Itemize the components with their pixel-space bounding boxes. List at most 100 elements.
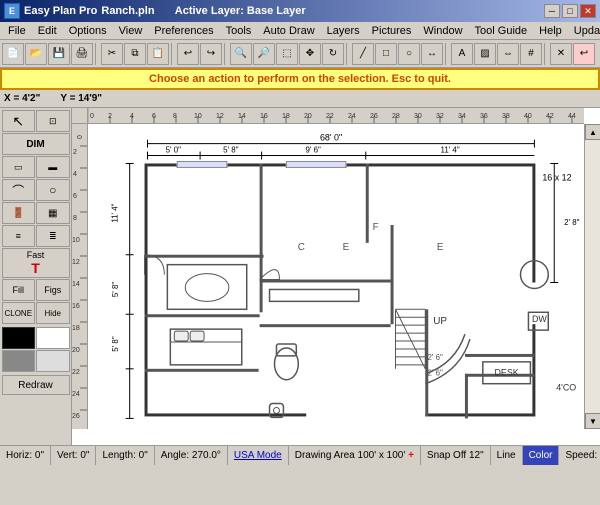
svg-text:10: 10 [194,113,202,120]
rect-button[interactable]: □ [375,43,397,65]
menu-layers[interactable]: Layers [321,24,366,38]
fill-tool-button[interactable]: Fill [2,279,36,301]
svg-text:5' 8": 5' 8" [223,146,239,155]
window-button[interactable]: ▦ [36,202,70,224]
ruler-horizontal: 0 2 4 6 8 10 12 14 16 [88,108,584,124]
save-button[interactable]: 💾 [48,43,70,65]
svg-text:16: 16 [72,303,80,310]
circle-button[interactable]: ○ [398,43,420,65]
clone-button[interactable]: CLONE [2,302,36,324]
fill-button[interactable]: ▨ [474,43,496,65]
line-button[interactable]: ╱ [352,43,374,65]
snap-status: Snap Off 12" [421,446,491,465]
menu-window[interactable]: Window [417,24,468,38]
redraw-button[interactable]: Redraw [2,375,70,395]
ruler-vertical: 0 2 4 6 8 10 12 14 16 [72,124,88,429]
action-message: Choose an action to perform on the selec… [149,73,451,85]
menu-view[interactable]: View [113,24,149,38]
wall2-button[interactable]: ▬ [36,156,70,178]
paste-button[interactable]: 📋 [147,43,169,65]
grid-button[interactable]: # [520,43,542,65]
menu-options[interactable]: Options [63,24,113,38]
drawing-area-status: Drawing Area 100' x 100' + [289,446,421,465]
svg-text:2: 2 [108,113,112,120]
door-button[interactable]: 🚪 [2,202,36,224]
drawing-canvas[interactable]: 68' 0" 5' 0" 5' 8" 9' 6" 11' 4" 16 x 12 [88,124,584,445]
stair2-button[interactable]: ≣ [36,225,70,247]
zoom-out-button[interactable]: 🔎 [253,43,275,65]
toolbar-sep-1 [95,43,99,65]
undo2-button[interactable]: ↩ [573,43,595,65]
menu-autodraw[interactable]: Auto Draw [257,24,320,38]
select-button[interactable]: ⬚ [276,43,298,65]
floorplan-svg: 68' 0" 5' 0" 5' 8" 9' 6" 11' 4" 16 x 12 [88,124,584,445]
svg-text:18: 18 [72,325,80,332]
print-button[interactable]: 🖨 [71,43,93,65]
menu-help[interactable]: Help [533,24,568,38]
menu-tools[interactable]: Tools [220,24,258,38]
rotate-button[interactable]: ↻ [322,43,344,65]
select-arrow-button[interactable]: ↖ [2,110,36,132]
undo-button[interactable]: ↩ [177,43,199,65]
svg-text:6: 6 [152,113,156,120]
copy-button[interactable]: ⧉ [124,43,146,65]
wall-button[interactable]: ▭ [2,156,36,178]
hide-button[interactable]: Hide [36,302,70,324]
new-button[interactable]: 📄 [2,43,24,65]
usa-mode-button[interactable]: USA Mode [228,446,289,465]
toolbar-sep-5 [445,43,449,65]
svg-text:30: 30 [414,113,422,120]
horiz-status: Horiz: 0" [0,446,51,465]
circle-tool-button[interactable]: ○ [36,179,70,201]
redo-button[interactable]: ↪ [200,43,222,65]
toolbar-sep-3 [224,43,228,65]
open-button[interactable]: 📂 [25,43,47,65]
svg-text:40: 40 [524,113,532,120]
menu-pictures[interactable]: Pictures [366,24,418,38]
mirror-button[interactable]: ⇔ [497,43,519,65]
figs-button[interactable]: Figs [36,279,70,301]
angle-label: Angle: 270.0° [161,450,221,461]
app-icon: E [4,3,20,19]
color-swatch-2[interactable] [36,327,70,349]
minimize-button[interactable]: ─ [544,4,560,18]
svg-text:8: 8 [173,113,177,120]
svg-text:22: 22 [326,113,334,120]
arc-button[interactable]: ⌒ [2,179,36,201]
scroll-track-v[interactable] [585,140,600,413]
select-area-button[interactable]: ⊡ [36,110,70,132]
snap-label: Snap Off [427,450,466,461]
text-fast-button[interactable]: Fast T [2,248,70,278]
text-button[interactable]: A [451,43,473,65]
menu-updates[interactable]: Updates [568,24,600,38]
stair-button[interactable]: ≡ [2,225,36,247]
text-T-label: T [31,260,40,276]
move-button[interactable]: ✥ [299,43,321,65]
cut-button[interactable]: ✂ [101,43,123,65]
menu-toolguide[interactable]: Tool Guide [469,24,534,38]
color-swatch-3[interactable] [2,350,36,372]
color-button[interactable]: Color [523,446,560,465]
maximize-button[interactable]: □ [562,4,578,18]
svg-text:14: 14 [72,281,80,288]
menu-bar: File Edit Options View Preferences Tools… [0,22,600,40]
color-swatch-1[interactable] [2,327,36,349]
close-button[interactable]: ✕ [580,4,596,18]
menu-preferences[interactable]: Preferences [148,24,219,38]
menu-edit[interactable]: Edit [32,24,63,38]
svg-text:34: 34 [458,113,466,120]
drawing-plus-icon: + [408,450,414,461]
dimension-button[interactable]: ↔ [421,43,443,65]
text-fast-label: Fast [27,250,45,260]
svg-text:E: E [343,242,350,253]
menu-file[interactable]: File [2,24,32,38]
scroll-down-button[interactable]: ▼ [585,413,600,429]
scroll-up-button[interactable]: ▲ [585,124,600,140]
zoom-in-button[interactable]: 🔍 [230,43,252,65]
color-swatch-4[interactable] [36,350,70,372]
svg-text:12: 12 [216,113,224,120]
delete-button[interactable]: ✕ [550,43,572,65]
snap-size-label: 12" [469,450,484,461]
scrollbar-vertical[interactable]: ▲ ▼ [584,124,600,429]
dim-button[interactable]: DIM [2,133,70,155]
